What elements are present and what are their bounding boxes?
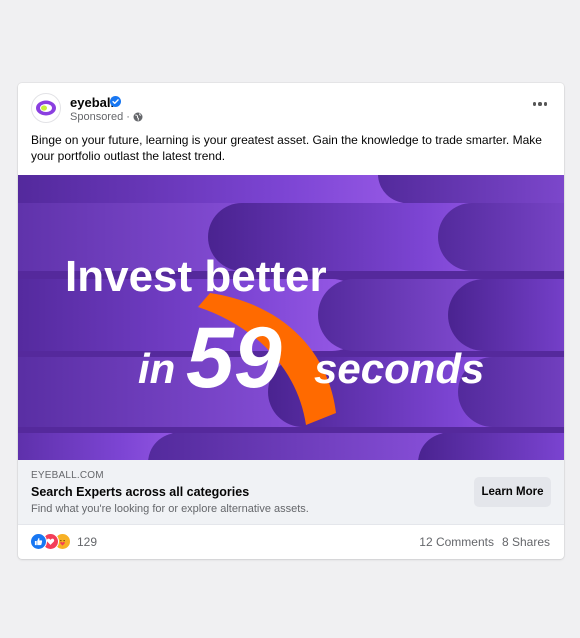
link-headline: Search Experts across all categories	[31, 485, 250, 499]
headline-number: 59	[186, 310, 282, 406]
engagement-bar: 129 12 Comments 8 Shares	[18, 524, 564, 559]
reactions-summary[interactable]: 129	[30, 533, 97, 550]
headline-in: in	[138, 345, 175, 392]
sponsored-row: Sponsored ·	[70, 111, 143, 123]
sponsored-label[interactable]: Sponsored	[70, 111, 123, 123]
engagement-stats: 12 Comments 8 Shares	[419, 535, 550, 549]
link-domain: EYEBALL.COM	[31, 470, 104, 481]
more-options-icon[interactable]	[530, 97, 550, 111]
comments-count[interactable]: 12 Comments	[419, 535, 494, 549]
separator-dot: ·	[126, 111, 130, 123]
ad-creative-image[interactable]: Invest better in 59 seconds	[18, 175, 564, 460]
eyeball-logo-icon	[36, 100, 56, 116]
learn-more-button[interactable]: Learn More	[474, 477, 551, 507]
page-avatar[interactable]	[31, 93, 61, 123]
sponsored-post-card: eyeball Sponsored · Binge on your future…	[18, 83, 564, 559]
verified-badge-icon	[110, 96, 121, 107]
ad-creative-graphic: Invest better in 59 seconds	[18, 175, 564, 460]
post-caption: Binge on your future, learning is your g…	[31, 133, 542, 163]
reaction-count: 129	[77, 534, 98, 549]
shares-count[interactable]: 8 Shares	[502, 535, 550, 549]
page-name[interactable]: eyeball	[70, 95, 114, 110]
post-header: eyeball Sponsored ·	[18, 83, 564, 129]
link-description: Find what you're looking for or explore …	[31, 503, 309, 515]
globe-icon	[133, 112, 143, 122]
link-preview-bar[interactable]: EYEBALL.COM Search Experts across all ca…	[18, 460, 564, 524]
like-icon	[30, 533, 47, 550]
headline-line-1: Invest better	[65, 252, 327, 301]
headline-seconds: seconds	[314, 345, 484, 392]
